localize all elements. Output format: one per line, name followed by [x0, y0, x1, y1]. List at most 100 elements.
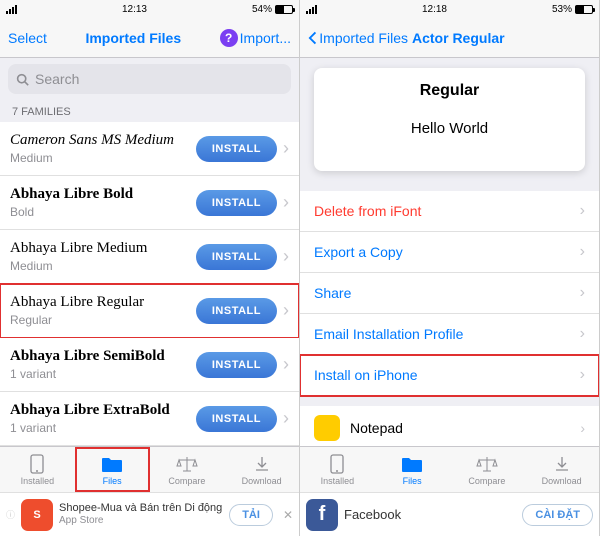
search-input[interactable]: Search — [8, 64, 291, 94]
tab-files[interactable]: Files — [375, 447, 450, 492]
font-subtitle: 1 variant — [10, 421, 196, 435]
ad-banner[interactable]: ⓘ S Shopee-Mua và Bán trên Di động App S… — [0, 492, 299, 536]
ad-app-icon: f — [306, 499, 338, 531]
phone-icon — [326, 454, 348, 474]
nav-bar: Imported Files Actor Regular — [300, 18, 599, 58]
status-bar: 12:18 53% — [300, 0, 599, 18]
font-subtitle: Medium — [10, 259, 196, 273]
nav-bar: Select Imported Files ? Import... — [0, 18, 299, 58]
battery-icon — [575, 5, 593, 14]
tab-installed[interactable]: Installed — [0, 447, 75, 492]
ad-title: Facebook — [344, 507, 516, 523]
font-name: Abhaya Libre SemiBold — [10, 348, 196, 365]
ad-banner[interactable]: f Facebook CÀI ĐẶT — [300, 492, 599, 536]
status-time: 12:13 — [122, 4, 147, 15]
action-install-on-iphone[interactable]: Install on iPhone › — [300, 355, 599, 396]
detail-label: Notepad — [350, 420, 403, 436]
nav-back-button[interactable]: Imported Files — [308, 30, 408, 46]
install-button[interactable]: INSTALL — [196, 244, 277, 270]
ad-title: Shopee-Mua và Bán trên Di động — [59, 502, 223, 515]
nav-title: Actor Regular — [408, 30, 571, 46]
families-header: 7 FAMILIES — [0, 100, 299, 122]
ad-app-icon: S — [21, 499, 53, 531]
ad-close-icon[interactable]: ✕ — [283, 508, 293, 522]
tab-compare[interactable]: Compare — [450, 447, 525, 492]
signal-icon — [306, 5, 317, 14]
screen-font-detail: 12:18 53% Imported Files Actor Regular R… — [300, 0, 600, 536]
tab-files[interactable]: Files — [75, 447, 150, 492]
install-button[interactable]: INSTALL — [196, 406, 277, 432]
ad-cta-button[interactable]: CÀI ĐẶT — [522, 504, 593, 526]
help-icon[interactable]: ? — [220, 29, 238, 47]
action-share[interactable]: Share › — [300, 273, 599, 314]
chevron-right-icon: › — [580, 366, 585, 384]
font-name: Abhaya Libre Bold — [10, 186, 196, 203]
action-label: Share — [314, 285, 351, 301]
action-label: Install on iPhone — [314, 367, 418, 383]
status-time: 12:18 — [422, 4, 447, 15]
phone-icon — [26, 454, 48, 474]
chevron-right-icon: › — [580, 284, 585, 302]
chevron-right-icon: › — [283, 354, 289, 375]
install-button[interactable]: INSTALL — [196, 352, 277, 378]
folder-icon — [101, 454, 123, 474]
chevron-right-icon: › — [580, 202, 585, 220]
scales-icon — [476, 454, 498, 474]
font-row[interactable]: Abhaya Libre Regular RegularINSTALL › — [0, 284, 299, 338]
action-list: Delete from iFont › Export a Copy › Share › Em… — [300, 191, 599, 396]
battery-percent: 54% — [252, 4, 272, 15]
tab-download[interactable]: Download — [224, 447, 299, 492]
action-label: Export a Copy — [314, 244, 403, 260]
tab-bar: Installed Files Compare Download — [0, 446, 299, 492]
install-button[interactable]: INSTALL — [196, 136, 277, 162]
font-row[interactable]: Cameron Sans MS MediumMediumINSTALL› — [0, 122, 299, 176]
font-name: Abhaya Libre Medium — [10, 240, 196, 257]
nav-import-button[interactable]: ? Import... — [220, 29, 291, 47]
search-icon — [16, 73, 29, 86]
battery-icon — [275, 5, 293, 14]
chevron-right-icon: › — [580, 243, 585, 261]
action-delete-from-ifont[interactable]: Delete from iFont › — [300, 191, 599, 232]
action-label: Email Installation Profile — [314, 326, 463, 342]
ad-badge-icon: ⓘ — [6, 508, 15, 521]
font-preview-card: Regular Hello World — [314, 68, 585, 171]
font-list: Cameron Sans MS MediumMediumINSTALL›Abha… — [0, 122, 299, 500]
screen-font-list: 12:13 54% Select Imported Files ? Import… — [0, 0, 300, 536]
action-export-a-copy[interactable]: Export a Copy › — [300, 232, 599, 273]
install-button[interactable]: INSTALL — [196, 298, 277, 324]
font-row[interactable]: Abhaya Libre Medium MediumINSTALL › — [0, 230, 299, 284]
action-email-installation-profile[interactable]: Email Installation Profile› — [300, 314, 599, 355]
font-name: Abhaya Libre Regular — [10, 294, 196, 311]
tab-installed[interactable]: Installed — [300, 447, 375, 492]
font-row[interactable]: Abhaya Libre SemiBold 1 variantINSTALL › — [0, 338, 299, 392]
chevron-right-icon: › — [283, 408, 289, 429]
nav-select-button[interactable]: Select — [8, 30, 47, 46]
download-icon — [251, 454, 273, 474]
battery-percent: 53% — [552, 4, 572, 15]
font-subtitle: Medium — [10, 151, 196, 165]
scales-icon — [176, 454, 198, 474]
search-placeholder: Search — [35, 71, 79, 87]
chevron-right-icon: › — [283, 246, 289, 267]
tab-compare[interactable]: Compare — [150, 447, 225, 492]
download-icon — [551, 454, 573, 474]
preview-weight: Regular — [328, 82, 571, 100]
detail-notepad[interactable]: Notepad› — [300, 406, 599, 451]
font-row[interactable]: Abhaya Libre Bold BoldINSTALL › — [0, 176, 299, 230]
ad-cta-button[interactable]: TẢI — [229, 504, 273, 526]
font-subtitle: Regular — [10, 313, 196, 327]
font-subtitle: Bold — [10, 205, 196, 219]
font-subtitle: 1 variant — [10, 367, 196, 381]
action-label: Delete from iFont — [314, 203, 421, 219]
chevron-left-icon — [308, 30, 317, 46]
folder-icon — [401, 454, 423, 474]
chevron-right-icon: › — [283, 192, 289, 213]
chevron-right-icon: › — [283, 300, 289, 321]
tab-download[interactable]: Download — [524, 447, 599, 492]
detail-app-icon — [314, 415, 340, 441]
ad-subtitle: App Store — [59, 515, 223, 527]
font-row[interactable]: Abhaya Libre ExtraBold 1 variantINSTALL › — [0, 392, 299, 446]
font-name: Abhaya Libre ExtraBold — [10, 402, 196, 419]
signal-icon — [6, 5, 17, 14]
install-button[interactable]: INSTALL — [196, 190, 277, 216]
